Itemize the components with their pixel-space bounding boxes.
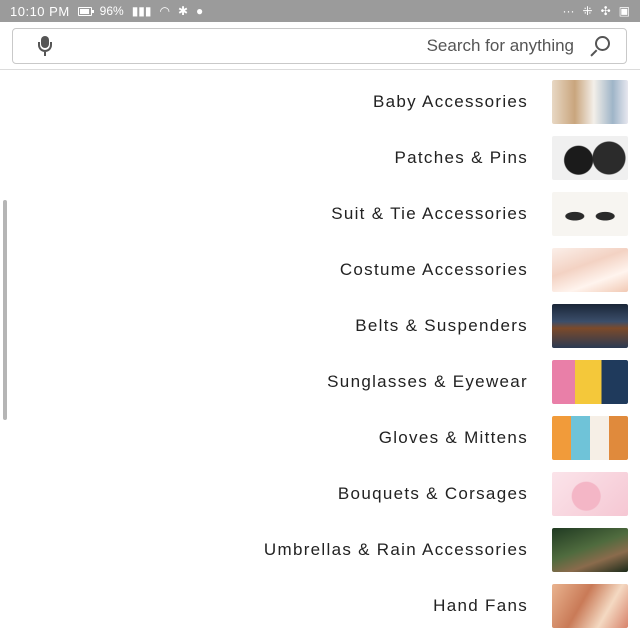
category-row-sunglasses-eyewear[interactable]: Sunglasses & Eyewear: [0, 354, 640, 410]
search-bar: [0, 22, 640, 70]
category-row-umbrellas-rain-accessories[interactable]: Umbrellas & Rain Accessories: [0, 522, 640, 578]
category-row-patches-pins[interactable]: Patches & Pins: [0, 130, 640, 186]
category-thumbnail: [552, 528, 628, 572]
category-thumbnail: [552, 248, 628, 292]
category-row-gloves-mittens[interactable]: Gloves & Mittens: [0, 410, 640, 466]
category-thumbnail: [552, 136, 628, 180]
battery-percent: 96%: [99, 4, 124, 18]
category-row-costume-accessories[interactable]: Costume Accessories: [0, 242, 640, 298]
category-thumbnail: [552, 304, 628, 348]
search-field-group: [304, 34, 612, 58]
category-row-bouquets-corsages[interactable]: Bouquets & Corsages: [0, 466, 640, 522]
category-row-belts-suspenders[interactable]: Belts & Suspenders: [0, 298, 640, 354]
status-left: 10:10 PM 96% ▮▮▮ ◠ ✱ ●: [10, 4, 203, 19]
category-label: Suit & Tie Accessories: [331, 204, 528, 223]
category-thumbnail: [552, 472, 628, 516]
status-time: 10:10 PM: [10, 3, 70, 19]
category-thumbnail: [552, 416, 628, 460]
signal-icon: ▮▮▮: [131, 4, 152, 18]
search-input[interactable]: [304, 35, 574, 56]
bluetooth-icon: ✱: [177, 4, 189, 18]
category-row-hand-fans[interactable]: Hand Fans: [0, 578, 640, 634]
category-label: Bouquets & Corsages: [337, 484, 528, 503]
category-label: Gloves & Mittens: [378, 428, 528, 447]
category-list: Baby Accessories Patches & Pins Suit & T…: [0, 74, 640, 634]
status-bar: 10:10 PM 96% ▮▮▮ ◠ ✱ ● ··· ⁜ ✣ ▣: [0, 0, 640, 22]
more-icon: ···: [562, 4, 575, 18]
search-box[interactable]: [12, 27, 627, 64]
status-right: ··· ⁜ ✣ ▣: [563, 5, 630, 17]
category-row-baby-accessories[interactable]: Baby Accessories: [0, 74, 640, 130]
category-label: Hand Fans: [433, 596, 528, 615]
category-thumbnail: [552, 80, 628, 124]
category-label: Costume Accessories: [339, 260, 528, 279]
category-label: Baby Accessories: [373, 92, 528, 111]
category-thumbnail: [552, 192, 628, 236]
wifi-icon: ◠: [159, 4, 170, 18]
category-row-suit-tie-accessories[interactable]: Suit & Tie Accessories: [0, 186, 640, 242]
category-label: Sunglasses & Eyewear: [327, 372, 528, 391]
search-icon[interactable]: [588, 34, 612, 58]
fan-icon: ✣: [600, 4, 611, 18]
battery-icon: [77, 6, 94, 16]
gallery-icon: ▣: [618, 4, 630, 18]
location-icon: ●: [196, 4, 204, 18]
microphone-icon[interactable]: [35, 34, 55, 58]
battery-level-fill: [79, 8, 90, 14]
category-label: Belts & Suspenders: [355, 316, 528, 335]
app-notification-icon: ⁜: [582, 4, 593, 18]
category-label: Patches & Pins: [394, 148, 528, 167]
category-label: Umbrellas & Rain Accessories: [263, 540, 528, 559]
category-thumbnail: [552, 360, 628, 404]
category-thumbnail: [552, 584, 628, 628]
